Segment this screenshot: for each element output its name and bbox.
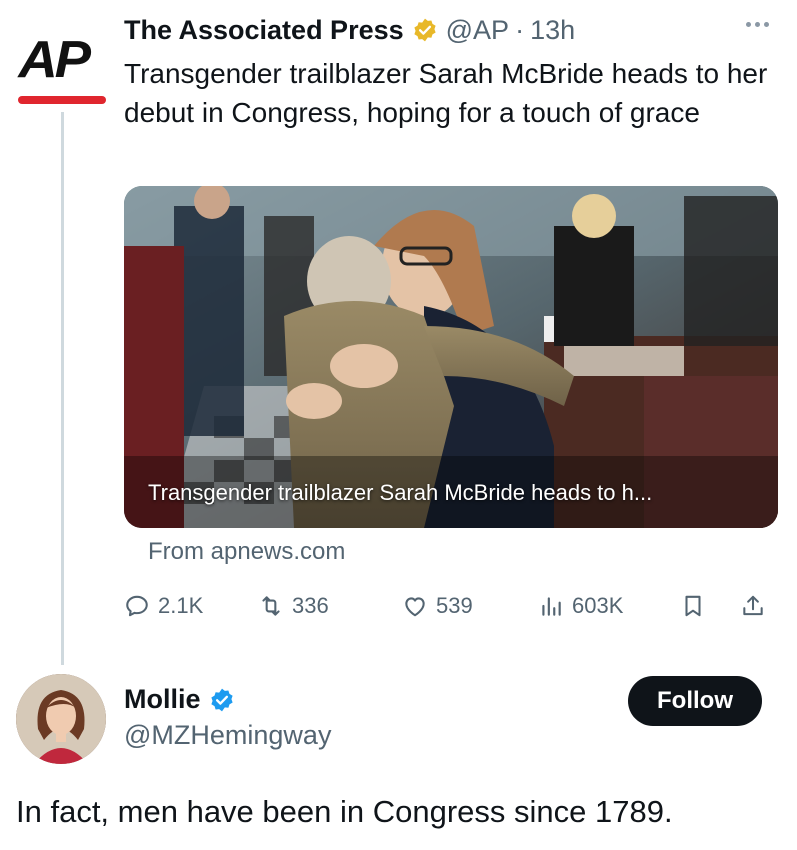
share-icon (743, 595, 763, 616)
more-options-icon[interactable] (740, 14, 774, 34)
ap-logo-bar (18, 96, 106, 104)
views-button[interactable]: 603K (538, 588, 623, 624)
tweet-header: The Associated Press @AP · 13h (124, 12, 575, 48)
reply-count: 2.1K (158, 593, 204, 618)
repost-button[interactable]: 336 (258, 588, 329, 624)
follow-button[interactable]: Follow (628, 676, 762, 726)
link-preview-title: Transgender trailblazer Sarah McBride he… (148, 480, 653, 505)
like-button[interactable]: 539 (402, 588, 473, 624)
heart-icon (405, 597, 425, 617)
reply-author-row: Mollie (124, 684, 235, 715)
reply-text: In fact, men have been in Congress since… (16, 794, 673, 829)
views-count: 603K (572, 593, 624, 618)
news-photo (124, 186, 778, 528)
like-count: 539 (436, 593, 473, 618)
reply-icon (126, 595, 148, 617)
author-name[interactable]: The Associated Press (124, 15, 404, 46)
separator-dot: · (515, 14, 525, 45)
reply-author-name[interactable]: Mollie (124, 684, 201, 715)
share-button[interactable] (740, 588, 774, 624)
tweet-timestamp[interactable]: 13h (530, 15, 575, 46)
repost-count: 336 (292, 593, 329, 618)
link-preview-card[interactable]: Transgender trailblazer Sarah McBride he… (124, 186, 778, 528)
tweet-action-bar: 2.1K 336 539 603K (124, 588, 784, 624)
blue-verified-icon (209, 687, 235, 713)
gold-verified-icon (412, 17, 438, 43)
ap-avatar-logo[interactable]: AP (14, 30, 110, 110)
avatar[interactable] (16, 674, 106, 764)
author-handle[interactable]: @AP (446, 15, 509, 46)
bookmark-button[interactable] (680, 588, 714, 624)
views-chart-icon (542, 597, 561, 616)
reply-author-handle[interactable]: @MZHemingway (124, 720, 331, 751)
tweet-text: Transgender trailblazer Sarah McBride he… (124, 58, 768, 128)
profile-photo (16, 674, 106, 764)
thread-connector-line (61, 112, 64, 665)
bookmark-icon (685, 595, 701, 617)
reply-button[interactable]: 2.1K (124, 588, 203, 624)
ap-logo-text: AP (18, 31, 91, 89)
link-source[interactable]: From apnews.com (148, 538, 345, 566)
repost-icon (262, 596, 280, 616)
